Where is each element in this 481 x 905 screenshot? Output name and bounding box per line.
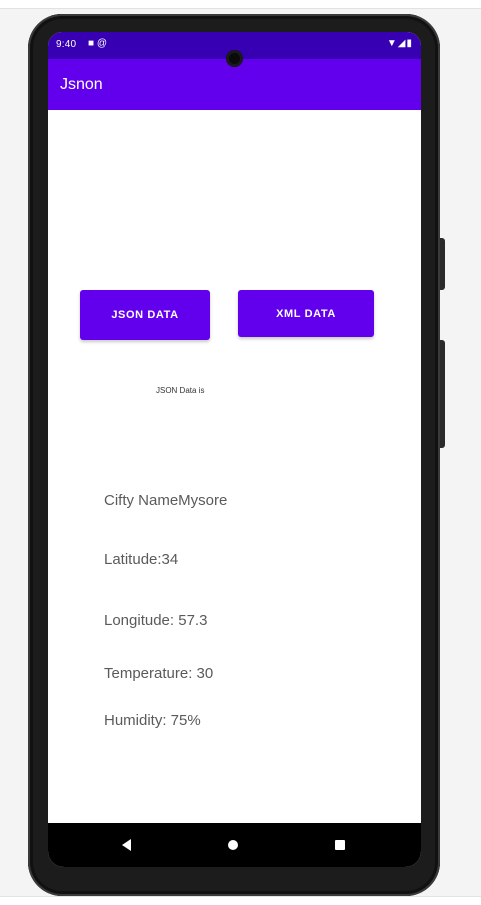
home-icon[interactable] [228,840,238,850]
battery-icon: ▮ [406,38,413,49]
data-status-label: JSON Data is [156,386,205,395]
xml-data-button[interactable]: XML DATA [238,290,374,337]
device-screen: 9:40 ■ @ ▼◢▮ Jsnon JSON DATA XML DATA JS… [48,32,421,867]
volume-button[interactable] [440,238,445,290]
recents-icon[interactable] [335,840,345,850]
page-top-strip [0,0,481,9]
lock-icon: ■ [88,38,95,49]
navigation-bar [48,823,421,867]
json-data-button[interactable]: JSON DATA [80,290,210,340]
humidity-text: Humidity: 75% [104,712,201,729]
power-button[interactable] [440,340,445,448]
back-icon[interactable] [122,839,131,851]
longitude-text: Longitude: 57.3 [104,612,208,629]
wifi-icon: ▼ [386,38,398,49]
latitude-text: Latitude:34 [104,551,179,568]
status-right-icons: ▼◢▮ [387,38,413,49]
at-icon: @ [96,38,107,49]
city-name-text: Cifty NameMysore [104,492,228,509]
front-camera-icon [226,50,243,67]
status-left-icons: ■ @ [88,38,107,49]
temperature-text: Temperature: 30 [104,665,214,682]
app-title: Jsnon [60,76,103,93]
page-bottom-strip [0,896,481,905]
status-time: 9:40 [56,39,77,50]
